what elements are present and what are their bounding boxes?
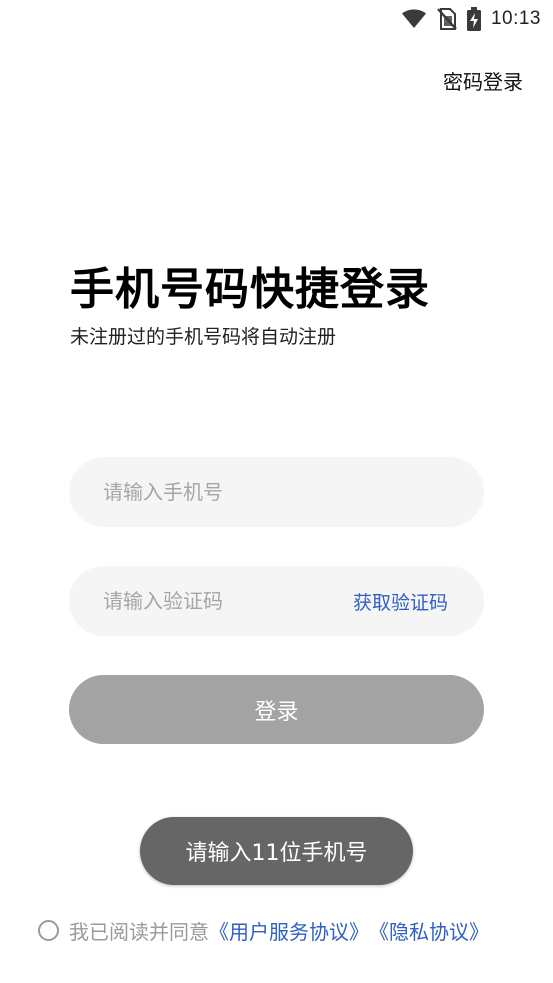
verification-code-input[interactable] (101, 588, 343, 614)
toast-message: 请输入11位手机号 (140, 817, 413, 885)
agreement-prefix: 我已阅读并同意 (69, 920, 209, 944)
agreement-row: 我已阅读并同意 《用户服务协议》 《隐私协议》 (38, 916, 489, 945)
privacy-policy-link[interactable]: 《隐私协议》 (369, 916, 489, 945)
agreement-radio[interactable] (38, 920, 59, 941)
phone-input[interactable] (101, 479, 452, 505)
get-code-button[interactable]: 获取验证码 (353, 588, 448, 615)
status-time: 10:13 (490, 8, 541, 29)
status-bar: 10:13 (0, 0, 553, 38)
page-subtitle: 未注册过的手机号码将自动注册 (70, 326, 337, 348)
status-icons: 10:13 (401, 5, 541, 33)
page-title: 手机号码快捷登录 (70, 264, 430, 315)
code-field-container: 获取验证码 (69, 566, 484, 636)
user-agreement-link[interactable]: 《用户服务协议》 (209, 916, 369, 945)
phone-field-container (69, 457, 484, 527)
no-sim-icon (437, 8, 457, 30)
wifi-icon (401, 9, 427, 29)
battery-charging-icon (466, 7, 481, 31)
password-login-link[interactable]: 密码登录 (443, 66, 523, 95)
login-button[interactable]: 登录 (69, 675, 484, 744)
